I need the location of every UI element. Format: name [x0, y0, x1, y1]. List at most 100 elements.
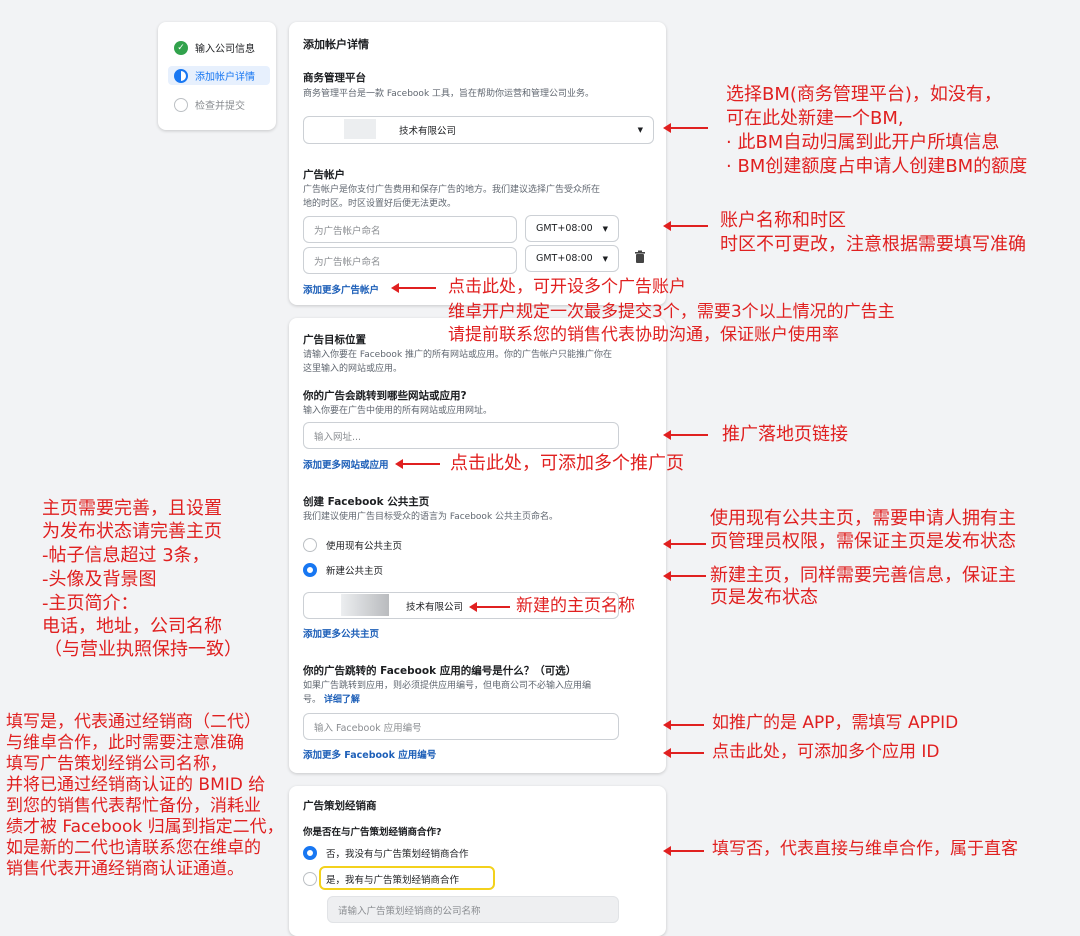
annotation-arrow [663, 720, 704, 730]
half-circle-icon [174, 68, 188, 83]
ad-account-desc-2: 地的时区。时区设置好后便无法更改。 [303, 199, 457, 209]
annotation-arrow [469, 602, 510, 612]
annotation-arrow [663, 846, 704, 856]
step-label: 输入公司信息 [195, 44, 255, 55]
step-account-details[interactable]: 添加帐户详情 [168, 66, 270, 85]
caret-down-icon: ▼ [637, 126, 643, 134]
timezone-select-2[interactable]: GMT+08:00 ▼ [525, 245, 619, 272]
annotation-arrow [663, 123, 708, 133]
ad-account-name-input-1[interactable]: 为广告帐户命名 [303, 216, 517, 243]
anno-agency-2: 与维卓合作，此时需要注意准确 [6, 733, 244, 753]
anno-left-1: 主页需要完善，且设置 [42, 498, 222, 519]
add-more-ad-accounts-link[interactable]: 添加更多广告帐户 [303, 282, 379, 296]
anno-agency-6: 绩才被 Facebook 归属到指定二代， [6, 817, 284, 837]
timezone-value: GMT+08:00 [536, 253, 593, 264]
step-company-info[interactable]: ✓ 输入公司信息 [174, 40, 255, 55]
add-more-sites-link[interactable]: 添加更多网站或应用 [303, 457, 389, 471]
use-existing-page-radio[interactable] [303, 538, 317, 552]
app-desc-1: 如果广告跳转到应用，则必须提供应用编号，但电商公司不必输入应用编 [303, 681, 592, 691]
anno-bm-3: · 此BM自动归属到此开户所填信息 [726, 132, 1000, 153]
anno-existing-2: 页管理员权限，需保证主页是发布状态 [710, 531, 1016, 552]
agency-no-radio[interactable] [303, 846, 317, 860]
anno-bm-4: · BM创建额度占申请人创建BM的额度 [726, 156, 1028, 177]
anno-existing-1: 使用现有公共主页，需要申请人拥有主 [710, 508, 1016, 529]
create-new-page-radio[interactable] [303, 563, 317, 577]
bm-description: 商务管理平台是一款 Facebook 工具，旨在帮助你运营和管理公司业务。 [303, 89, 595, 99]
location-desc-1: 请输入你要在 Facebook 推广的所有网站或应用。你的广告帐户只能推广你在 [303, 350, 613, 360]
timezone-value: GMT+08:00 [536, 223, 593, 234]
anno-bm-1: 选择BM(商务管理平台)，如没有， [726, 84, 1002, 105]
caret-down-icon: ▼ [602, 224, 608, 233]
anno-agency-3: 填写广告策划经销公司名称， [6, 754, 227, 774]
timezone-select-1[interactable]: GMT+08:00 ▼ [525, 215, 619, 242]
placeholder: 为广告帐户命名 [314, 256, 381, 268]
learn-more-link[interactable]: 详细了解 [324, 695, 360, 705]
page-desc: 我们建议使用广告目标受众的语言为 Facebook 公共主页命名。 [303, 512, 559, 522]
add-more-apps-link[interactable]: 添加更多 Facebook 应用编号 [303, 747, 436, 761]
annotation-arrow [663, 539, 706, 549]
redaction-block [341, 594, 389, 616]
ad-account-name-input-2[interactable]: 为广告帐户命名 [303, 247, 517, 274]
anno-account-1: 账户名称和时区 [720, 210, 846, 231]
trash-icon[interactable] [633, 250, 647, 264]
placeholder: 请输入广告策划经销商的公司名称 [338, 905, 481, 917]
anno-agency-4: 并将已通过经销商认证的 BMID 给 [6, 775, 266, 795]
app-id-input[interactable]: 输入 Facebook 应用编号 [303, 713, 619, 740]
website-url-input[interactable]: 输入网址... [303, 422, 619, 449]
placeholder: 输入 Facebook 应用编号 [314, 722, 422, 734]
annotation-arrow [395, 459, 440, 469]
use-existing-page-label: 使用现有公共主页 [326, 541, 403, 552]
agency-yes-label: 是，我有与广告策划经销商合作 [326, 875, 460, 886]
bm-heading: 商务管理平台 [303, 72, 366, 84]
anno-more-apps: 点击此处，可添加多个应用 ID [712, 742, 940, 762]
agency-name-input[interactable]: 请输入广告策划经销商的公司名称 [327, 896, 619, 923]
anno-left-2: 为发布状态请完善主页 [42, 521, 222, 542]
anno-agency-7: 如是新的二代也请联系您在维卓的 [6, 838, 261, 858]
agency-yes-radio[interactable] [303, 872, 317, 886]
ad-account-heading: 广告帐户 [303, 169, 345, 181]
anno-new-1: 新建主页，同样需要完善信息，保证主 [710, 565, 1016, 586]
location-desc-2: 这里输入的网站或应用。 [303, 364, 403, 374]
anno-bm-2: 可在此处新建一个BM, [726, 108, 904, 129]
website-desc: 输入你要在广告中使用的所有网站或应用网址。 [303, 406, 493, 416]
annotation-arrow [391, 283, 436, 293]
ad-account-desc-1: 广告帐户是你支付广告费用和保存广告的地方。我们建议选择广告受众所在 [303, 185, 601, 195]
caret-down-icon: ▼ [602, 254, 608, 263]
page-name-value: 技术有限公司 [406, 601, 464, 613]
add-more-pages-link[interactable]: 添加更多公共主页 [303, 626, 379, 640]
anno-page-name: 新建的主页名称 [516, 596, 635, 616]
anno-app-id: 如推广的是 APP，需填写 APPID [712, 713, 959, 733]
placeholder: 输入网址... [314, 431, 362, 443]
create-new-page-label: 新建公共主页 [326, 566, 384, 577]
step-label: 检查并提交 [195, 101, 245, 112]
bm-value: 技术有限公司 [399, 126, 457, 137]
anno-direct: 填写否，代表直接与维卓合作，属于直客 [712, 839, 1018, 859]
anno-agency-1: 填写是，代表通过经销商（二代） [6, 712, 261, 732]
app-heading: 你的广告跳转的 Facebook 应用的编号是什么？（可选） [303, 665, 577, 677]
placeholder: 为广告帐户命名 [314, 225, 381, 237]
step-label: 添加帐户详情 [195, 72, 255, 83]
app-desc-2: 号。 详细了解 [303, 695, 360, 705]
account-details-card: 添加帐户详情 商务管理平台 商务管理平台是一款 Facebook 工具，旨在帮助… [289, 22, 666, 305]
ad-destination-card: 广告目标位置 请输入你要在 Facebook 推广的所有网站或应用。你的广告帐户… [289, 318, 666, 773]
website-heading: 你的广告会跳转到哪些网站或应用? [303, 390, 467, 402]
anno-landing: 推广落地页链接 [722, 424, 848, 445]
anno-new-2: 页是发布状态 [710, 587, 818, 608]
anno-account-2: 时区不可更改，注意根据需要填写准确 [720, 234, 1026, 255]
anno-more-sites: 点击此处，可添加多个推广页 [450, 453, 684, 474]
steps-panel: ✓ 输入公司信息 添加帐户详情 检查并提交 [158, 22, 276, 130]
card-title: 添加帐户详情 [303, 38, 369, 51]
redaction-block [344, 119, 376, 139]
page-heading: 创建 Facebook 公共主页 [303, 496, 430, 508]
anno-more-2: 维卓开户规定一次最多提交3个，需要3个以上情况的广告主 [448, 302, 895, 322]
step-review-submit[interactable]: 检查并提交 [174, 97, 245, 112]
anno-agency-5: 到您的销售代表帮忙备份，消耗业 [6, 796, 261, 816]
annotation-arrow [663, 221, 708, 231]
anno-left-7: （与营业执照保持一致） [44, 639, 242, 660]
anno-agency-8: 销售代表开通经销商认证通道。 [6, 859, 244, 879]
anno-more-3: 请提前联系您的销售代表协助沟通，保证账户使用率 [448, 325, 839, 345]
annotation-arrow [663, 748, 704, 758]
agency-no-label: 否，我没有与广告策划经销商合作 [326, 849, 469, 860]
location-heading: 广告目标位置 [303, 334, 366, 346]
agency-heading: 广告策划经销商 [303, 800, 377, 812]
